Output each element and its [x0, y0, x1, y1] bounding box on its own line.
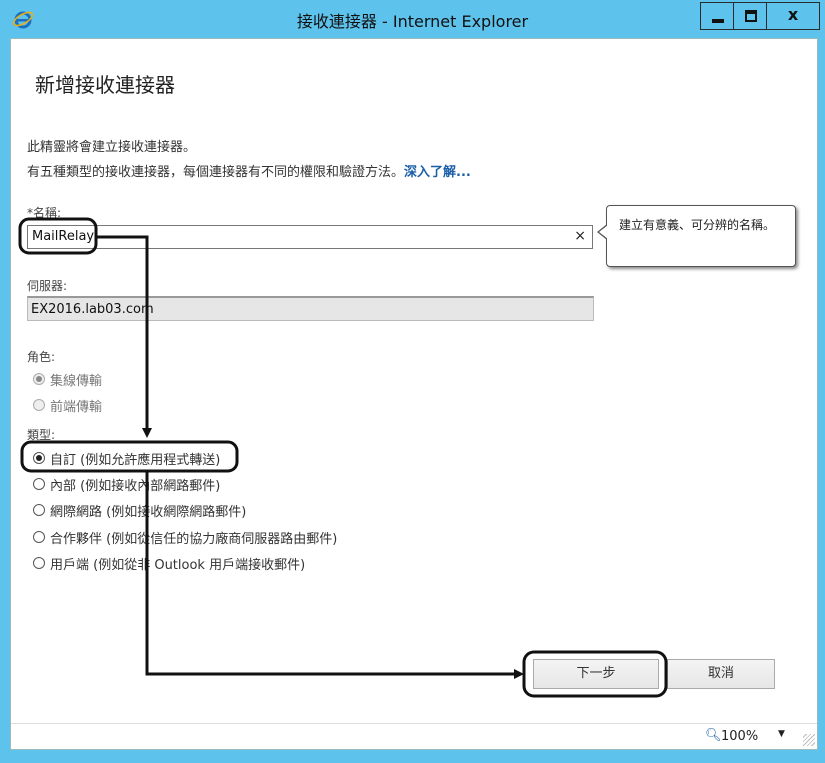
type-option-label: 自訂 (例如允許應用程式轉送)	[50, 452, 221, 468]
close-button[interactable]: x	[766, 2, 820, 30]
name-label: *名稱:	[27, 206, 62, 220]
role-option-frontend-transport: 前端傳輸	[33, 395, 102, 415]
type-option-partner[interactable]: 合作夥伴 (例如從信任的協力廠商伺服器路由郵件)	[33, 527, 337, 547]
close-icon: x	[787, 5, 799, 24]
type-option-label: 網際網路 (例如接收網際網路郵件)	[50, 504, 247, 520]
name-input[interactable]: MailRelay ×	[27, 225, 593, 249]
server-label: 伺服器:	[27, 279, 68, 293]
role-option-label: 集線傳輸	[50, 373, 103, 389]
clear-icon[interactable]: ×	[574, 228, 586, 244]
name-tooltip: 建立有意義、可分辨的名稱。	[597, 205, 796, 267]
learn-more-link[interactable]: 深入了解...	[404, 165, 471, 180]
maximize-icon	[745, 10, 757, 22]
type-option-label: 合作夥伴 (例如從信任的協力廠商伺服器路由郵件)	[50, 531, 338, 547]
radio-icon[interactable]	[33, 478, 45, 490]
maximize-button[interactable]	[733, 2, 767, 30]
server-field: EX2016.lab03.com	[27, 296, 594, 321]
type-option-label: 內部 (例如接收內部網路郵件)	[50, 478, 221, 494]
radio-icon[interactable]	[33, 557, 45, 569]
status-bar: 🔍︎ 100% ▼	[11, 723, 817, 749]
role-option-hub-transport: 集線傳輸	[33, 369, 102, 389]
type-option-label: 用戶端 (例如從非 Outlook 用戶端接收郵件)	[50, 557, 306, 573]
chevron-down-icon[interactable]: ▼	[778, 729, 785, 739]
minimize-icon	[712, 19, 724, 23]
server-value: EX2016.lab03.com	[31, 302, 154, 317]
role-option-label: 前端傳輸	[50, 399, 103, 415]
zoom-level[interactable]: 100%	[721, 729, 758, 744]
zoom-magnifier-icon[interactable]: 🔍︎	[705, 728, 722, 743]
page-title: 新增接收連接器	[35, 73, 175, 97]
tooltip-pointer-fill	[599, 225, 608, 239]
radio-icon[interactable]	[33, 504, 45, 516]
radio-icon	[33, 373, 45, 385]
tooltip-text: 建立有意義、可分辨的名稱。	[619, 218, 776, 232]
type-option-internal[interactable]: 內部 (例如接收內部網路郵件)	[33, 474, 220, 494]
type-label: 類型:	[27, 428, 56, 442]
cancel-button[interactable]: 取消	[667, 659, 775, 689]
intro-text-2-body: 有五種類型的接收連接器，每個連接器有不同的權限和驗證方法。	[27, 165, 405, 180]
role-label: 角色:	[27, 350, 56, 364]
dialog-content: 新增接收連接器 此精靈將會建立接收連接器。 有五種類型的接收連接器，每個連接器有…	[10, 38, 818, 750]
radio-icon[interactable]	[33, 452, 45, 464]
resize-grip[interactable]	[803, 734, 815, 746]
radio-icon	[33, 399, 45, 411]
type-option-custom[interactable]: 自訂 (例如允許應用程式轉送)	[33, 448, 220, 468]
next-button[interactable]: 下一步	[533, 659, 659, 689]
type-option-internet[interactable]: 網際網路 (例如接收網際網路郵件)	[33, 500, 246, 520]
intro-text-2: 有五種類型的接收連接器，每個連接器有不同的權限和驗證方法。深入了解...	[27, 161, 471, 180]
type-option-client[interactable]: 用戶端 (例如從非 Outlook 用戶端接收郵件)	[33, 553, 305, 573]
radio-icon[interactable]	[33, 531, 45, 543]
name-input-value: MailRelay	[32, 229, 95, 244]
intro-text-1: 此精靈將會建立接收連接器。	[27, 140, 197, 155]
browser-window: 接收連接器 - Internet Explorer x 新增接收連接器 此精靈將…	[0, 0, 825, 763]
title-bar[interactable]: 接收連接器 - Internet Explorer x	[0, 0, 825, 38]
minimize-button[interactable]	[700, 2, 734, 30]
